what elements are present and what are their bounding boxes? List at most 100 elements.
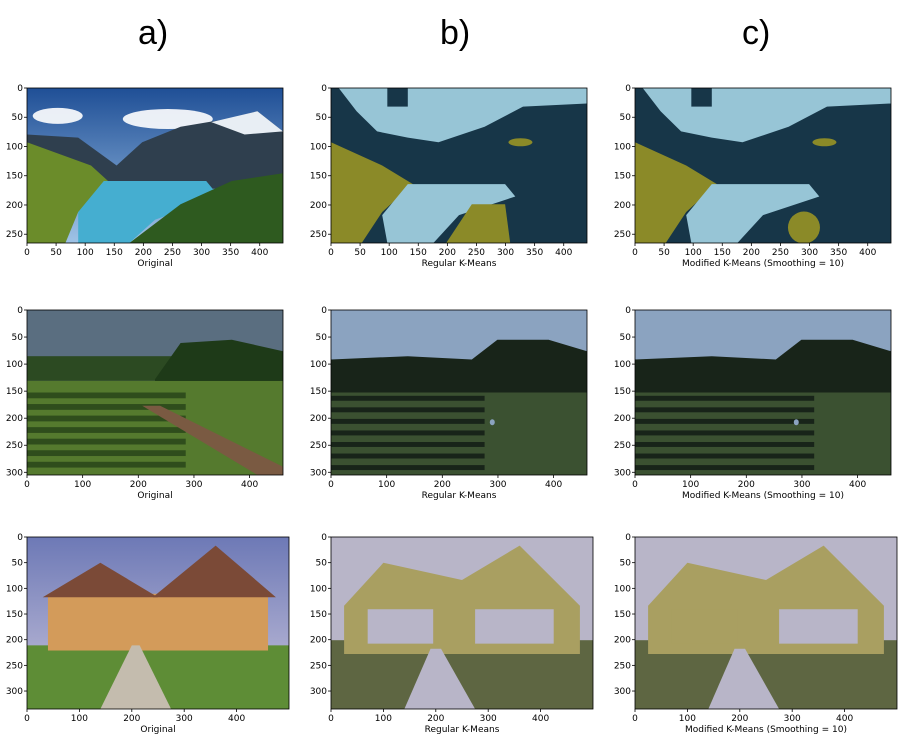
y-tick-label: 0 [625, 306, 631, 316]
y-tick-label: 200 [6, 201, 23, 211]
x-tick-label: 300 [793, 480, 810, 490]
y-tick-label: 150 [6, 387, 23, 397]
x-tick-label: 400 [836, 714, 853, 724]
plot-original: 0501001502002503000 100 200 300 400Original [6, 306, 284, 501]
y-tick-label: 100 [310, 142, 327, 152]
x-tick-label: 0 [632, 248, 638, 258]
x-tick-label: 100 [74, 480, 91, 490]
x-tick-label: 300 [193, 248, 210, 258]
y-tick-label: 150 [310, 172, 327, 182]
plot-original: 0501001502002500 50 100 150 200 250 300 350 400O… [6, 84, 284, 269]
y-tick-label: 50 [316, 113, 328, 123]
x-tick-label: 50 [50, 248, 62, 258]
image-original-field [27, 310, 283, 475]
x-tick-label: 250 [468, 248, 485, 258]
y-tick-label: 300 [6, 687, 23, 697]
y-tick-label: 150 [310, 610, 327, 620]
panel-regular-field: 0 50 100 150 200 250 300 0 100 200 300 400 Regular K… [310, 306, 588, 510]
y-tick-label: 0 [321, 533, 327, 543]
x-tick-label: 100 [378, 480, 395, 490]
x-tick-label: 150 [714, 248, 731, 258]
y-tick-label: 50 [12, 113, 24, 123]
x-tick-label: 100 [685, 248, 702, 258]
y-tick-label: 300 [614, 687, 631, 697]
y-tick-label: 100 [614, 584, 631, 594]
panel-caption: Modified K-Means (Smoothing = 10) [682, 491, 844, 501]
plot-modified: 0501001502002500 50 100 150 200 250 300 350 400M… [614, 84, 892, 269]
image-regular-house [331, 537, 593, 709]
image-original-lake [27, 88, 283, 243]
y-tick-label: 50 [12, 559, 24, 569]
panel-caption: Modified K-Means (Smoothing = 10) [682, 259, 844, 269]
y-tick-label: 100 [310, 584, 327, 594]
x-tick-label: 0 [24, 480, 30, 490]
y-tick-label: 150 [614, 610, 631, 620]
y-tick-label: 300 [310, 687, 327, 697]
y-tick-label: 250 [614, 441, 631, 451]
x-tick-label: 0 [328, 248, 334, 258]
x-tick-label: 200 [738, 480, 755, 490]
x-tick-label: 350 [526, 248, 543, 258]
panel-caption: Modified K-Means (Smoothing = 10) [685, 725, 847, 735]
x-tick-label: 300 [489, 480, 506, 490]
y-tick-label: 50 [620, 559, 632, 569]
y-tick-label: 50 [620, 333, 632, 343]
x-tick-label: 400 [555, 248, 572, 258]
x-tick-label: 400 [859, 248, 876, 258]
x-tick-label: 300 [480, 714, 497, 724]
panel-caption: Original [137, 259, 172, 269]
x-tick-label: 200 [743, 248, 760, 258]
y-tick-label: 100 [614, 142, 631, 152]
x-tick-label: 400 [849, 480, 866, 490]
x-tick-label: 150 [106, 248, 123, 258]
y-tick-label: 50 [12, 333, 24, 343]
y-tick-label: 50 [316, 559, 328, 569]
x-tick-label: 200 [731, 714, 748, 724]
panel-caption: Regular K-Means [425, 725, 500, 735]
y-tick-label: 250 [6, 230, 23, 240]
x-tick-label: 100 [682, 480, 699, 490]
x-tick-label: 400 [228, 714, 245, 724]
y-tick-label: 50 [620, 113, 632, 123]
y-tick-label: 300 [310, 468, 327, 478]
plot-regular: 0501001502002500 50 100 150 200 250 300 350 400R… [310, 84, 588, 269]
y-tick-label: 300 [6, 468, 23, 478]
x-tick-label: 100 [71, 714, 88, 724]
panel-modified-lake: 0 50 100 150 200 250 0 50 100 150 200 250 300 350 400 M… [614, 84, 892, 278]
column-header-a: a) [138, 14, 169, 52]
x-tick-label: 300 [176, 714, 193, 724]
y-tick-label: 0 [625, 533, 631, 543]
y-tick-label: 200 [6, 636, 23, 646]
x-tick-label: 200 [130, 480, 147, 490]
y-tick-label: 50 [316, 333, 328, 343]
image-modified-field [635, 310, 891, 475]
panel-caption: Regular K-Means [422, 259, 497, 269]
plot-original: 0501001502002503000 100 200 300 400Original [6, 533, 290, 735]
panel-caption: Regular K-Means [422, 491, 497, 501]
y-tick-label: 250 [310, 661, 327, 671]
y-tick-label: 250 [310, 441, 327, 451]
x-tick-label: 0 [632, 480, 638, 490]
y-tick-label: 200 [614, 636, 631, 646]
y-tick-label: 0 [321, 306, 327, 316]
x-tick-label: 400 [251, 248, 268, 258]
panel-caption: Original [140, 725, 175, 735]
x-tick-label: 200 [123, 714, 140, 724]
panel-modified-house: 0 50 100 150 200 250 300 0 100 200 300 400 Modified … [614, 533, 898, 744]
plot-regular: 0 50 100 150 200 250 300 0 100 200 300 400 Regular K… [310, 533, 594, 735]
column-header-b: b) [440, 14, 471, 52]
x-tick-label: 0 [24, 714, 30, 724]
x-tick-label: 250 [772, 248, 789, 258]
y-tick-label: 0 [17, 306, 23, 316]
image-modified-house [635, 537, 897, 709]
panel-regular-house: 0 50 100 150 200 250 300 0 100 200 300 400 Regular K… [310, 533, 594, 744]
y-tick-label: 0 [17, 533, 23, 543]
y-tick-label: 300 [614, 468, 631, 478]
y-tick-label: 250 [614, 230, 631, 240]
plot-modified: 0 50 100 150 200 250 300 0 100 200 300 400Modified … [614, 533, 898, 735]
column-header-c: c) [742, 14, 771, 52]
x-tick-label: 200 [427, 714, 444, 724]
x-tick-label: 0 [24, 248, 30, 258]
image-regular-lake [331, 88, 587, 243]
panel-original-house: 0 50 100 150 200 250 300 0 100 200 300 400 Original [6, 533, 290, 744]
